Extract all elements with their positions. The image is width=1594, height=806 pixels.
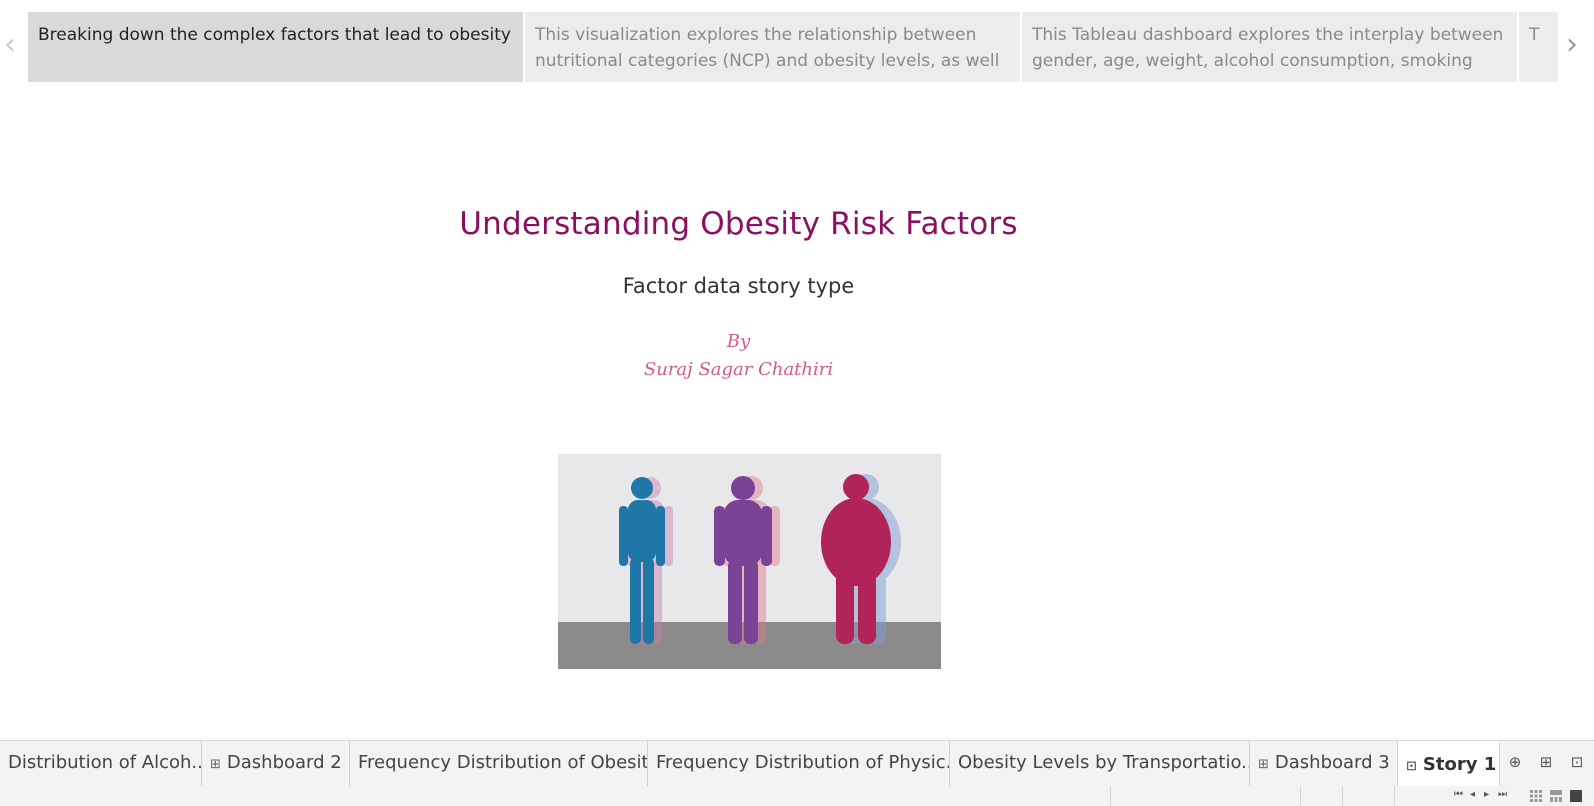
tab-label: Dashboard 3 <box>1274 752 1390 773</box>
first-sheet-icon[interactable]: ⏮ <box>1454 789 1463 800</box>
previous-sheet-icon[interactable]: ◂ <box>1470 789 1475 800</box>
status-divider <box>1300 786 1301 806</box>
tab-label: Frequency Distribution of Physic... <box>656 752 950 773</box>
story-point-1[interactable]: Breaking down the complex factors that l… <box>28 12 523 82</box>
tab-label: Obesity Levels by Transportatio... <box>958 752 1250 773</box>
next-story-point-arrow-icon[interactable]: › <box>1562 28 1582 62</box>
author-byline: By Suraj Sagar Chathiri <box>0 328 1477 384</box>
story-point-strip: Breaking down the complex factors that l… <box>28 12 1558 82</box>
new-story-icon[interactable]: ⊡ <box>1566 751 1588 773</box>
tab-label: Frequency Distribution of Obesit... <box>358 752 648 773</box>
tab-obesity-levels-transportation[interactable]: Obesity Levels by Transportatio... <box>950 741 1250 787</box>
story-icon: ⊡ <box>1406 759 1417 774</box>
tab-label: Distribution of Alcoh... <box>8 752 202 773</box>
dashboard-icon: ⊞ <box>210 757 221 772</box>
story-navigator: ‹ Breaking down the complex factors that… <box>0 0 1594 84</box>
by-label: By <box>726 331 751 352</box>
status-divider <box>1110 786 1111 806</box>
grid-view-icon[interactable] <box>1530 790 1542 802</box>
filmstrip-view-icon[interactable] <box>1550 790 1562 802</box>
sheet-tab-bar: Distribution of Alcoh... ⊞ Dashboard 2 Fr… <box>0 740 1594 788</box>
new-worksheet-icon[interactable]: ⊕ <box>1504 751 1526 773</box>
tab-frequency-distribution-physical[interactable]: Frequency Distribution of Physic... <box>648 741 950 787</box>
dashboard-icon: ⊞ <box>1258 757 1269 772</box>
author-name: Suraj Sagar Chathiri <box>643 359 834 380</box>
tab-dashboard-2[interactable]: ⊞ Dashboard 2 <box>202 741 350 787</box>
obesity-body-types-illustration <box>558 454 941 669</box>
tab-frequency-distribution-obesity[interactable]: Frequency Distribution of Obesit... <box>350 741 648 787</box>
tab-dashboard-3[interactable]: ⊞ Dashboard 3 <box>1250 741 1398 787</box>
next-sheet-icon[interactable]: ▸ <box>1484 789 1489 800</box>
last-sheet-icon[interactable]: ⏭ <box>1498 789 1507 800</box>
tab-distribution-of-alcohol[interactable]: Distribution of Alcoh... <box>0 741 202 787</box>
story-subtitle: Factor data story type <box>622 274 855 298</box>
tab-label: Dashboard 2 <box>226 752 342 773</box>
tab-label: Story 1 <box>1422 754 1497 775</box>
story-point-3[interactable]: This Tableau dashboard explores the inte… <box>1022 12 1517 82</box>
single-view-icon[interactable] <box>1570 790 1582 802</box>
status-divider <box>1342 786 1343 806</box>
story-point-2[interactable]: This visualization explores the relation… <box>525 12 1020 82</box>
story-title: Understanding Obesity Risk Factors <box>459 206 1018 242</box>
previous-story-point-arrow-icon[interactable]: ‹ <box>0 28 20 62</box>
tab-story-1[interactable]: ⊡ Story 1 <box>1398 741 1500 787</box>
status-divider <box>1394 786 1395 806</box>
new-dashboard-icon[interactable]: ⊞ <box>1535 751 1557 773</box>
story-point-4[interactable]: T <box>1519 12 1558 82</box>
status-bar: ⏮ ◂ ▸ ⏭ <box>0 786 1594 806</box>
